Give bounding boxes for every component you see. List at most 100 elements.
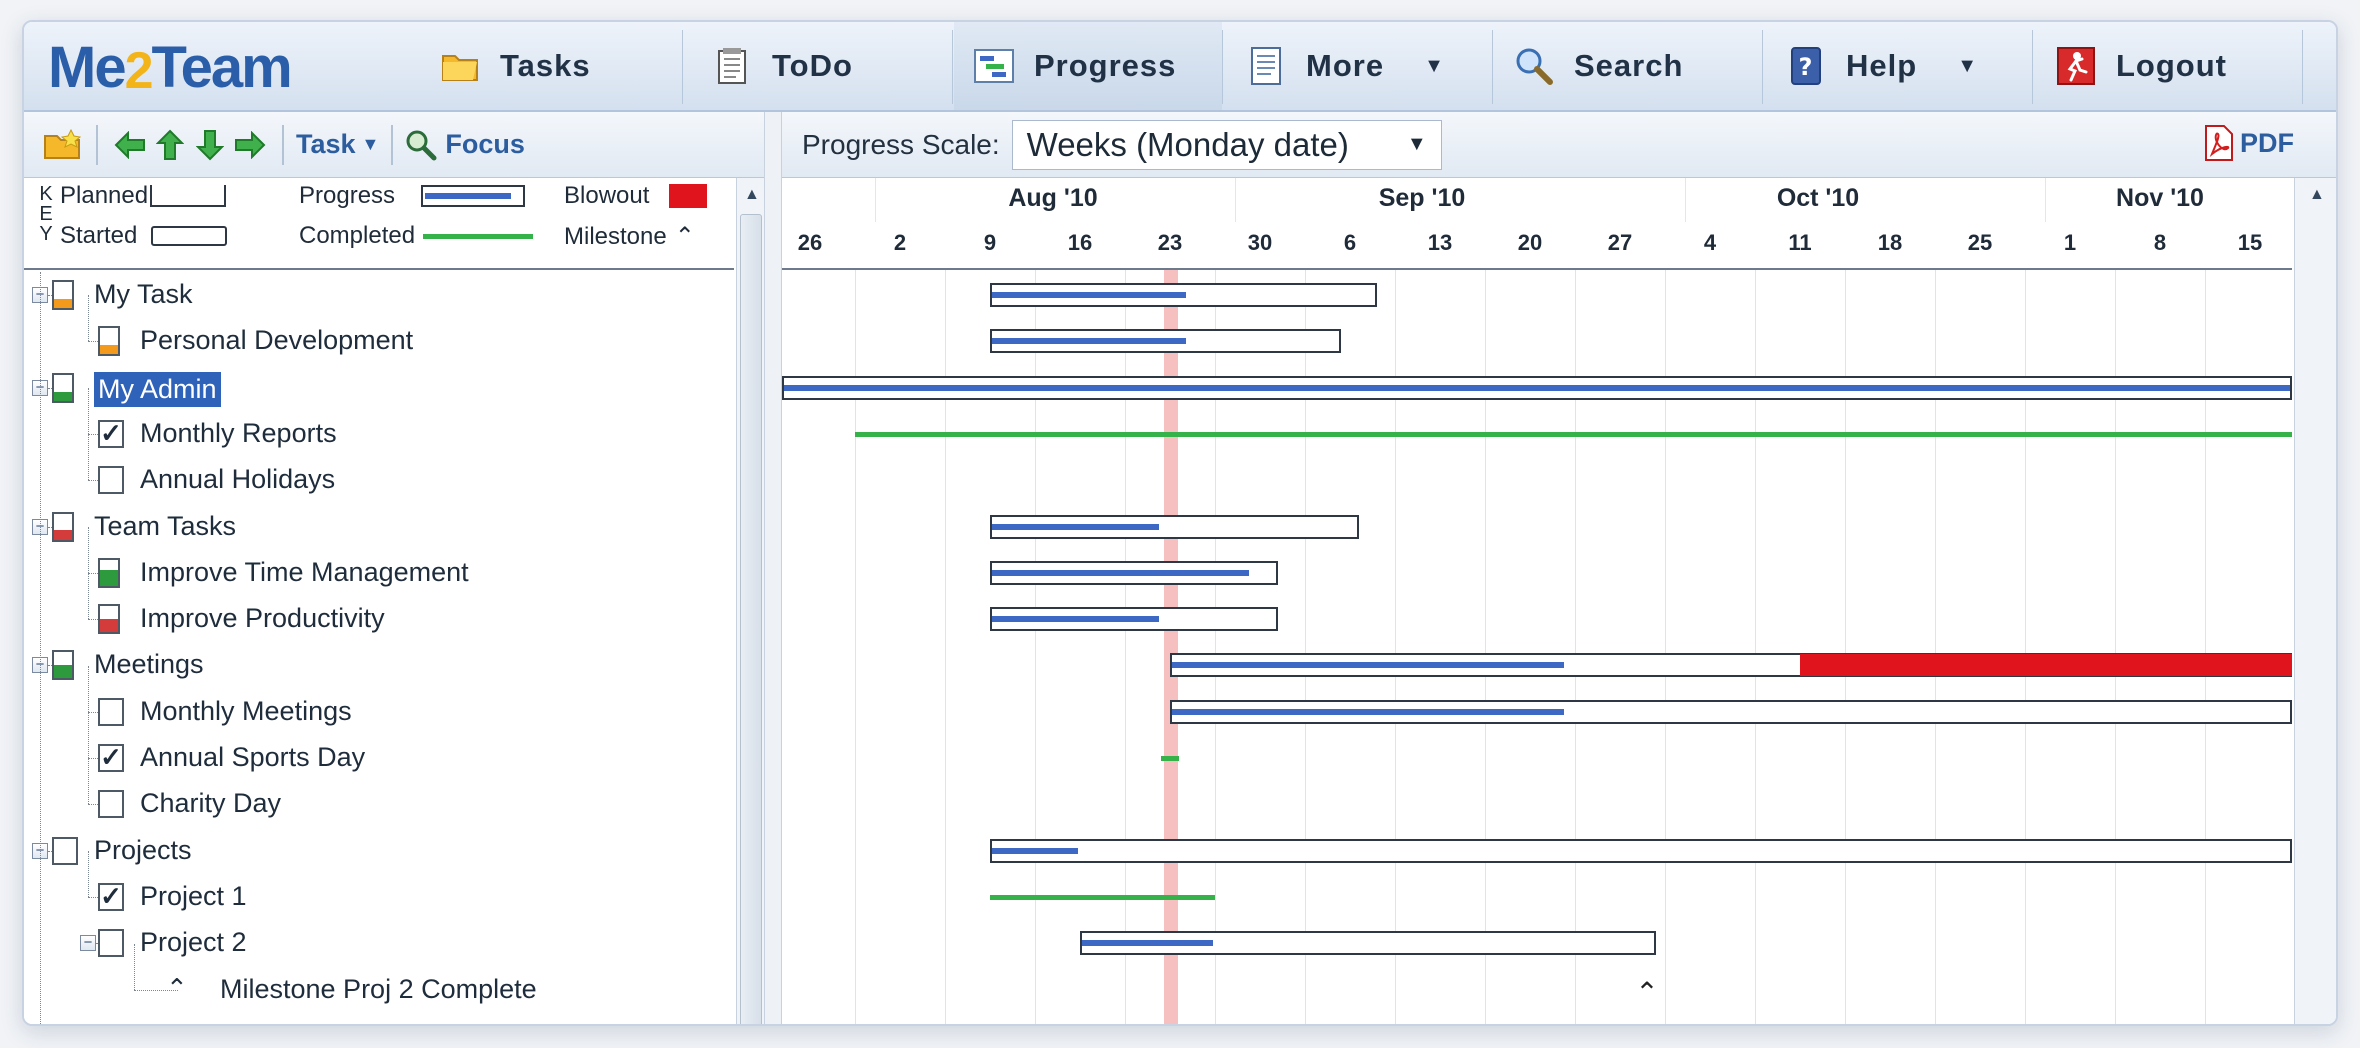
tree-row[interactable]: − Meetings [24,642,734,688]
chevron-down-icon[interactable]: ▼ [1957,55,1978,78]
week-gridline [2025,222,2026,1024]
week-label: 23 [1157,230,1183,255]
tree-row[interactable]: ⌃ Milestone Proj 2 Complete [24,943,734,1013]
tree-row[interactable]: Monthly Meetings [24,665,734,735]
tree-row[interactable]: − My Task [24,272,734,318]
toolbar-divider [96,124,98,165]
svg-text:?: ? [1799,53,1814,81]
pane-splitter[interactable] [764,112,782,1024]
tree-connector [88,758,98,759]
progress-swatch [421,185,526,207]
arrow-up-icon[interactable] [150,125,190,165]
nav-more[interactable]: More ▼ [1224,22,1492,110]
new-task-icon[interactable] [42,125,84,165]
legend-started: Started [60,222,228,250]
month-label: Nov '10 [2116,184,2204,212]
arrow-left-icon[interactable] [110,125,150,165]
checked-checkbox[interactable]: ✓ [98,744,124,772]
checkbox[interactable] [98,790,124,819]
tree-connector [88,572,98,574]
gantt-progress [992,338,1186,345]
magnifier-icon [405,129,437,161]
tree-row[interactable]: Personal Development [24,295,734,364]
arrow-right-icon[interactable] [230,125,270,165]
checkbox[interactable] [98,466,124,495]
chevron-down-icon[interactable]: ▼ [1424,55,1445,78]
magnifier-icon [1514,46,1554,86]
gantt-completed-bar[interactable] [855,431,2292,437]
scroll-up-icon[interactable]: ▲ [2309,186,2325,204]
nav-divider [682,30,683,104]
nav-progress[interactable]: Progress [954,22,1222,110]
checkbox[interactable] [52,836,78,865]
tree-connector [88,341,98,343]
nav-logout[interactable]: Logout [2034,22,2302,110]
arrow-down-icon[interactable] [190,125,230,165]
focus-button[interactable]: Focus [405,129,525,161]
tree-row-label: Charity Day [140,788,282,819]
pdf-icon [2202,124,2236,162]
checked-checkbox[interactable]: ✓ [98,419,124,448]
task-menu-button[interactable]: Task ▼ [296,129,379,160]
gantt-progress [992,569,1249,576]
collapse-toggle-icon[interactable]: − [80,935,96,952]
tree-row[interactable]: Charity Day [24,758,734,827]
scrollbar-thumb[interactable] [740,214,762,1024]
help-book-icon: ? [1786,46,1826,86]
week-label: 4 [1703,230,1717,255]
task-status-icon [52,650,74,681]
tree-row[interactable]: − My Admin [24,365,734,411]
tree-row[interactable]: Annual Holidays [24,434,734,503]
pdf-export-button[interactable]: PDF [2202,124,2294,162]
tree-row-label: Annual Sports Day [140,742,366,772]
week-gridline [2115,222,2116,1024]
task-status-fill [54,530,72,540]
top-navigation: Me 2 Team Tasks ToDo Progress More ▼ Sea… [24,22,2336,112]
me2team-logo[interactable]: Me 2 Team [48,35,293,101]
nav-todo[interactable]: ToDo [684,22,952,110]
tree-row[interactable]: Improve Productivity [24,573,734,642]
gantt-bar[interactable] [990,838,2292,863]
tree-row[interactable]: ✓ Project 1 [24,850,734,920]
tree-row-label: Personal Development [140,325,414,356]
chart-icon [974,46,1014,86]
checkbox[interactable] [98,929,124,958]
nav-help[interactable]: ? Help ▼ [1764,22,2032,110]
started-swatch [151,226,228,246]
week-label: 2 [893,230,907,255]
scroll-up-icon[interactable]: ▲ [744,186,760,204]
gantt-completed-bar[interactable] [1161,756,1179,761]
tree-row[interactable]: − Project 2 [24,920,734,966]
week-label: 25 [1967,230,1993,255]
nav-divider [2302,30,2303,104]
tree-connector [134,943,135,990]
gantt-milestone-marker[interactable]: ⌃ [1635,976,1658,1009]
checked-checkbox[interactable]: ✓ [98,882,124,911]
gantt-completed-bar[interactable] [990,894,1215,900]
tree-row[interactable]: − Team Tasks [24,504,734,550]
task-status-fill [54,665,72,679]
tree-connector [88,758,89,805]
tree-row-label: Milestone Proj 2 Complete [220,973,537,1004]
checkbox[interactable] [98,697,124,726]
notepad-icon [712,46,752,86]
week-gridline [945,222,946,1024]
gantt-scrollbar[interactable]: ▲ [2294,178,2336,1024]
tree-connector [88,712,89,758]
tree-scrollbar[interactable]: ▲ [736,178,764,1024]
tree-row[interactable]: ✓ Annual Sports Day [24,712,734,781]
task-status-fill [54,298,72,308]
tree-row[interactable]: − Projects [24,828,734,874]
tree-row[interactable]: Improve Time Management [24,526,734,596]
week-label: 13 [1427,230,1453,255]
gantt-progress [1172,708,1564,715]
week-label: 9 [983,230,997,255]
legend-milestone: Milestone ⌃ [564,222,695,251]
week-label: 1 [2063,230,2077,255]
nav-tasks[interactable]: Tasks [414,22,682,110]
nav-search[interactable]: Search [1494,22,1762,110]
nav-divider [952,30,953,104]
planned-swatch [150,185,227,207]
progress-scale-select[interactable]: Weeks (Monday date) ▼ [1011,119,1442,170]
tree-row[interactable]: ✓ Monthly Reports [24,387,734,457]
